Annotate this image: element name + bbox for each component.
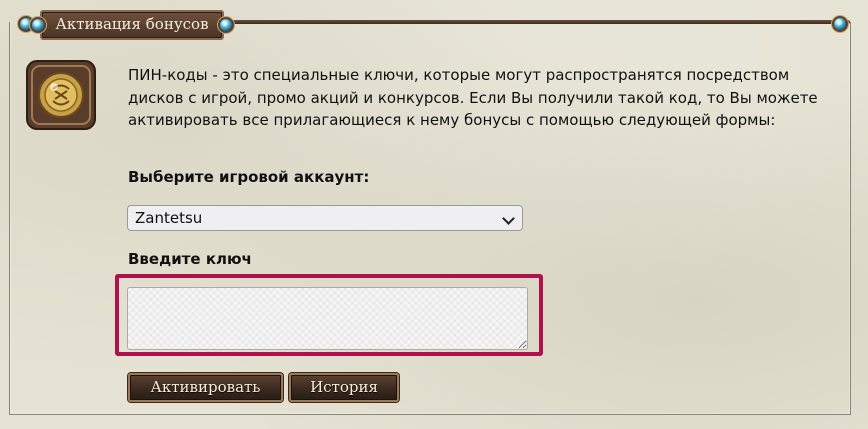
account-select[interactable]: Zantetsu (127, 205, 523, 231)
key-label: Введите ключ (128, 250, 252, 268)
right-gem-icon (832, 16, 848, 32)
page-title: Активация бонусов (55, 15, 209, 33)
account-label: Выберите игровой аккаунт: (128, 168, 370, 186)
history-button[interactable]: История (289, 373, 399, 402)
chevron-down-icon (502, 212, 515, 225)
account-select-value: Zantetsu (135, 209, 203, 227)
title-left-gem-icon (30, 17, 46, 33)
pin-code-description: ПИН-коды - это специальные ключи, которы… (128, 66, 818, 129)
title-right-gem-icon (218, 17, 234, 33)
key-input[interactable] (127, 287, 528, 350)
activate-button[interactable]: Активировать (128, 373, 283, 402)
golden-rune-coin-icon (26, 60, 96, 130)
panel-title-tab: Активация бонусов (30, 10, 234, 40)
content-area: ПИН-коды - это специальные ключи, которы… (128, 64, 828, 132)
